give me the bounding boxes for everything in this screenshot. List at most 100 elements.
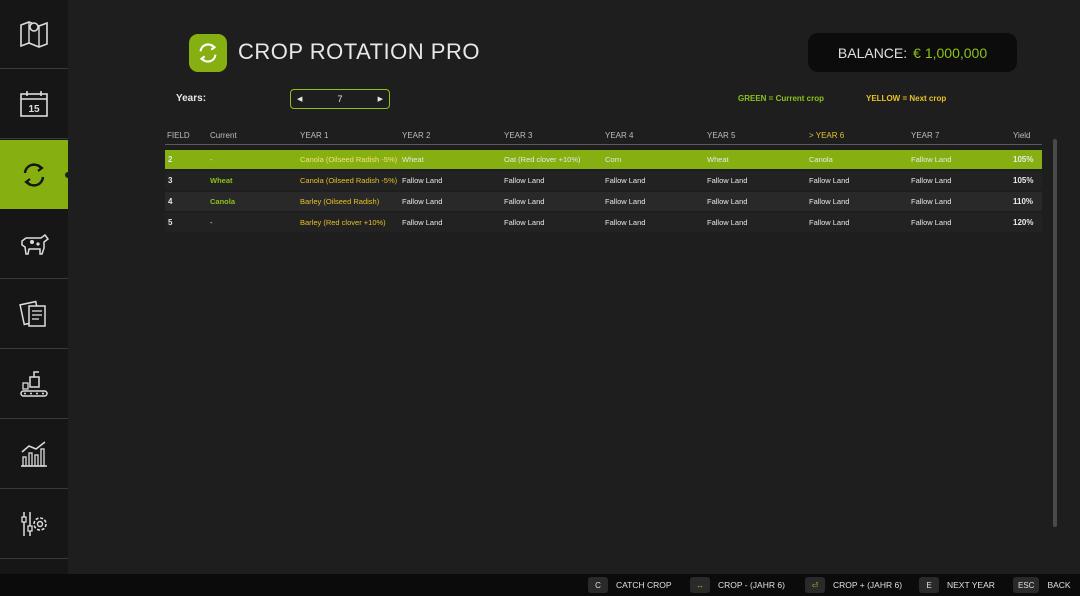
- cell-field: 2: [168, 155, 173, 164]
- cell-year-2: Wheat: [402, 155, 424, 164]
- cell-year-4: Fallow Land: [605, 176, 646, 185]
- cell-yield: 110%: [1013, 197, 1034, 206]
- catch-crop-button[interactable]: C CATCH CROP: [588, 577, 672, 593]
- cell-year-6: Fallow Land: [809, 218, 850, 227]
- next-year-button[interactable]: E NEXT YEAR: [919, 577, 995, 593]
- arrows-horizontal-icon: ↔: [690, 577, 710, 593]
- cow-icon: [21, 233, 50, 255]
- legend-next-crop: YELLOW = Next crop: [866, 94, 947, 103]
- back-label: BACK: [1047, 580, 1071, 590]
- table-row[interactable]: 5 - Barley (Red clover +10%) Fallow Land…: [165, 213, 1042, 232]
- arrow-left-icon[interactable]: ◀: [297, 95, 302, 103]
- cell-year-1: Barley (Oilseed Radish): [300, 197, 380, 206]
- crop-minus-label: CROP - (JAHR 6): [718, 580, 785, 590]
- col-year-7: YEAR 7: [911, 131, 940, 140]
- col-current: Current: [210, 131, 237, 140]
- cell-year-3: Fallow Land: [504, 197, 545, 206]
- calendar-icon: 15: [20, 91, 48, 117]
- arrow-right-icon[interactable]: ▶: [378, 95, 383, 103]
- col-year-2: YEAR 2: [402, 131, 431, 140]
- col-field: FIELD: [167, 131, 190, 140]
- sidebar-item-settings[interactable]: [0, 490, 68, 559]
- table-header: FIELD Current YEAR 1 YEAR 2 YEAR 3 YEAR …: [165, 128, 1042, 145]
- col-yield: Yield: [1013, 131, 1031, 140]
- rotation-logo-icon: [199, 43, 217, 63]
- cell-year-4: Fallow Land: [605, 218, 646, 227]
- production-icon: [20, 371, 48, 397]
- balance-label: BALANCE:: [837, 44, 908, 61]
- cell-year-1: Canola (Oilseed Radish -5%): [300, 155, 398, 164]
- cell-year-6: Fallow Land: [809, 197, 850, 206]
- table-row[interactable]: 3 Wheat Canola (Oilseed Radish -5%) Fall…: [165, 171, 1042, 190]
- cell-year-3: Oat (Red clover +10%): [504, 155, 581, 164]
- cell-year-5: Fallow Land: [707, 176, 748, 185]
- catch-crop-label: CATCH CROP: [616, 580, 672, 590]
- rotation-table: FIELD Current YEAR 1 YEAR 2 YEAR 3 YEAR …: [165, 128, 1042, 232]
- balance-display: BALANCE: € 1,000,000: [808, 33, 1017, 72]
- cell-year-7: Fallow Land: [911, 218, 952, 227]
- contracts-icon: [19, 300, 46, 327]
- crop-plus-label: CROP + (JAHR 6): [833, 580, 903, 590]
- settings-icon: [21, 512, 47, 536]
- cell-year-6: Canola: [809, 155, 833, 164]
- app-logo: [189, 34, 227, 72]
- cell-year-2: Fallow Land: [402, 197, 443, 206]
- sidebar-item-animals[interactable]: [0, 210, 68, 279]
- stats-icon: [21, 441, 47, 467]
- cell-year-1: Canola (Oilseed Radish -5%): [300, 176, 398, 185]
- page-title: CROP ROTATION PRO: [238, 39, 480, 64]
- cell-current: Canola: [210, 197, 236, 206]
- key-e: E: [919, 577, 939, 593]
- next-year-label: NEXT YEAR: [947, 580, 995, 590]
- cell-current: Wheat: [210, 176, 233, 185]
- sidebar-item-calendar[interactable]: 15: [0, 70, 68, 139]
- sidebar-item-map[interactable]: [0, 0, 68, 69]
- cell-year-5: Wheat: [707, 155, 729, 164]
- cell-year-5: Fallow Land: [707, 218, 748, 227]
- crop-plus-button[interactable]: ⏎ CROP + (JAHR 6): [805, 577, 902, 593]
- sidebar-item-production[interactable]: [0, 350, 68, 419]
- sidebar-item-contracts[interactable]: [0, 280, 68, 349]
- key-c: C: [588, 577, 608, 593]
- legend-current-crop: GREEN = Current crop: [738, 94, 825, 103]
- footer-bar: C CATCH CROP ↔ CROP - (JAHR 6) ⏎ CROP + …: [0, 574, 1080, 596]
- cell-field: 4: [168, 197, 173, 206]
- sidebar-item-crop-rotation[interactable]: [0, 140, 71, 209]
- cell-yield: 120%: [1013, 218, 1034, 227]
- cell-year-2: Fallow Land: [402, 218, 443, 227]
- sidebar: 15: [0, 0, 71, 574]
- table-row[interactable]: 2 - Canola (Oilseed Radish -5%) Wheat Oa…: [165, 150, 1042, 169]
- key-esc: ESC: [1013, 577, 1040, 593]
- back-button[interactable]: ESC BACK: [1013, 577, 1071, 593]
- years-value: 7: [337, 94, 343, 104]
- cell-current: -: [210, 218, 213, 227]
- col-year-4: YEAR 4: [605, 131, 634, 140]
- sidebar-item-statistics[interactable]: [0, 420, 68, 489]
- table-scrollbar[interactable]: [1053, 139, 1057, 527]
- cell-year-7: Fallow Land: [911, 176, 952, 185]
- calendar-day-label: 15: [28, 104, 40, 115]
- table-row[interactable]: 4 Canola Barley (Oilseed Radish) Fallow …: [165, 192, 1042, 211]
- years-stepper[interactable]: ◀ 7 ▶: [290, 89, 390, 109]
- rotation-icon: [23, 162, 45, 187]
- cell-year-3: Fallow Land: [504, 218, 545, 227]
- cell-field: 3: [168, 176, 173, 185]
- col-year-3: YEAR 3: [504, 131, 533, 140]
- crop-minus-button[interactable]: ↔ CROP - (JAHR 6): [690, 577, 785, 593]
- col-year-6: > YEAR 6: [809, 131, 845, 140]
- cell-year-4: Fallow Land: [605, 197, 646, 206]
- cell-current: -: [210, 155, 213, 164]
- cell-field: 5: [168, 218, 173, 227]
- cell-year-7: Fallow Land: [911, 197, 952, 206]
- years-label: Years:: [176, 93, 207, 104]
- cell-yield: 105%: [1013, 155, 1034, 164]
- balance-value: € 1,000,000: [913, 44, 988, 61]
- cell-year-4: Corn: [605, 155, 622, 164]
- cell-year-7: Fallow Land: [911, 155, 952, 164]
- cell-year-3: Fallow Land: [504, 176, 545, 185]
- enter-icon: ⏎: [805, 577, 825, 593]
- col-year-1: YEAR 1: [300, 131, 329, 140]
- cell-year-1: Barley (Red clover +10%): [300, 218, 386, 227]
- cell-yield: 105%: [1013, 176, 1034, 185]
- cell-year-5: Fallow Land: [707, 197, 748, 206]
